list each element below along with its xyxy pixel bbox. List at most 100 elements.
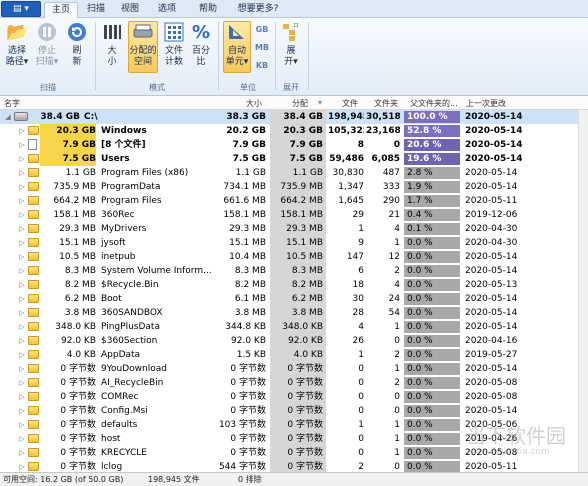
tree-row[interactable]: ▷ 15.1 MB jysoft 15.1 MB 15.1 MB 9 1 0.0 % 2020-…: [0, 236, 578, 250]
tree-row[interactable]: ▷ 0 字节数 9YouDownload 0 字节数 0 字节数 0 1 0.0 % 2020-…: [0, 362, 578, 376]
expand-toggle-icon[interactable]: ▷: [18, 320, 26, 334]
expand-toggle-icon[interactable]: ▷: [18, 250, 26, 264]
tree-row[interactable]: ▷ 1.1 GB Program Files (x86) 1.1 GB 1.1 GB 30…: [0, 166, 578, 180]
row-tree-size: 664.2 MB: [53, 196, 96, 206]
vertical-scrollbar[interactable]: [578, 110, 588, 472]
tree-row[interactable]: ▷ 8.3 MB System Volume Inform... 8.3 MB 8.3 …: [0, 264, 578, 278]
row-tree-size: 0 字节数: [60, 364, 96, 374]
row-files: 1: [358, 350, 364, 360]
folder-icon: [28, 448, 39, 457]
column-header-folders[interactable]: 文件夹: [374, 98, 398, 109]
column-header-parent-pct[interactable]: 父文件夹的...: [410, 98, 458, 109]
tree-row[interactable]: ▷ 0 字节数 lclog 544 字节数 0 字节数 2 0 0.0 % 2020-05-11: [0, 460, 578, 472]
tab-view[interactable]: 视图: [116, 2, 144, 18]
ribbon-separator: [275, 22, 276, 90]
expand-toggle-icon[interactable]: ▷: [18, 460, 26, 472]
tree-row[interactable]: ▷ 8.2 MB $Recycle.Bin 8.2 MB 8.2 MB 18 4 0.0 % 2…: [0, 278, 578, 292]
file-count-button[interactable]: 文件 计数: [162, 22, 186, 68]
expand-toggle-icon[interactable]: ▷: [18, 334, 26, 348]
auto-unit-button[interactable]: 自动 单元▾: [223, 21, 251, 73]
tree-row[interactable]: ▷ 735.9 MB ProgramData 734.1 MB 735.9 MB 1,34…: [0, 180, 578, 194]
tree-row[interactable]: ▷ 0 字节数 AI_RecycleBin 0 字节数 0 字节数 0 2 0.0 % 2020…: [0, 376, 578, 390]
expand-toggle-icon[interactable]: ▷: [18, 348, 26, 362]
expand-toggle-icon[interactable]: ▷: [18, 390, 26, 404]
expand-toggle-icon[interactable]: ▷: [18, 180, 26, 194]
unit-kb-button[interactable]: KB: [254, 60, 270, 71]
expand-toggle-icon[interactable]: ▷: [18, 404, 26, 418]
expand-toggle-icon[interactable]: ▷: [18, 306, 26, 320]
expand-toggle-icon[interactable]: ▷: [18, 278, 26, 292]
tree-row[interactable]: ▷ 664.2 MB Program Files 661.6 MB 664.2 MB 1,…: [0, 194, 578, 208]
expand-toggle-icon[interactable]: ▷: [18, 446, 26, 460]
tab-options[interactable]: 选项: [153, 2, 181, 18]
folder-icon: [28, 196, 39, 205]
stop-scan-button[interactable]: 停止 扫描▾: [34, 22, 60, 68]
percent-button[interactable]: % 百分 比: [190, 22, 212, 68]
row-tree-size: 10.5 MB: [59, 252, 96, 262]
expand-toggle-icon[interactable]: ▷: [18, 138, 26, 152]
row-name: Config.Msi: [101, 406, 148, 416]
expand-toggle-icon[interactable]: ▷: [18, 432, 26, 446]
expand-button[interactable]: 展 开▾: [280, 22, 302, 68]
column-header-allocated[interactable]: 分配: [292, 98, 308, 109]
refresh-button[interactable]: 刷 新: [64, 22, 90, 68]
tree-row[interactable]: ▷ 7.5 GB Users 7.5 GB 7.5 GB 59,486 6,085 19.6 …: [0, 152, 578, 166]
tab-scan[interactable]: 扫描: [82, 2, 110, 18]
tree-row[interactable]: ▷ 158.1 MB 360Rec 158.1 MB 158.1 MB 29 21 0.4 %…: [0, 208, 578, 222]
tree-row[interactable]: ▷ 348.0 KB PingPlusData 344.8 KB 348.0 KB 4 1 0…: [0, 320, 578, 334]
expand-toggle-icon[interactable]: ▷: [18, 152, 26, 166]
expand-toggle-icon[interactable]: ▷: [18, 418, 26, 432]
tree-row[interactable]: ▷ 7.9 GB [8 个文件] 7.9 GB 7.9 GB 8 0 20.6 % 2020-0…: [0, 138, 578, 152]
row-files: 0: [358, 392, 364, 402]
column-header-size[interactable]: 大小: [246, 98, 262, 109]
row-allocated: 15.1 MB: [270, 236, 326, 250]
column-header-name[interactable]: 名字: [4, 98, 20, 109]
row-files: 9: [358, 238, 364, 248]
size-mode-button[interactable]: 大 小: [100, 22, 124, 68]
allocated-space-button[interactable]: 分配的 空间: [128, 21, 158, 73]
expand-toggle-icon[interactable]: ▷: [18, 166, 26, 180]
tree-row[interactable]: ▷ 4.0 KB AppData 1.5 KB 4.0 KB 1 2 0.0 % 2019-05…: [0, 348, 578, 362]
tree-row[interactable]: ▷ 92.0 KB $360Section 92.0 KB 92.0 KB 26 0 0.0 …: [0, 334, 578, 348]
tree-row[interactable]: ▷ 0 字节数 COMRec 0 字节数 0 字节数 0 0 0.0 % 2020-05-08: [0, 390, 578, 404]
row-files: 0: [358, 378, 364, 388]
tree-row[interactable]: ▷ 6.2 MB Boot 6.1 MB 6.2 MB 30 24 0.0 % 2020-05-…: [0, 292, 578, 306]
row-folders: 2: [394, 266, 400, 276]
tab-help[interactable]: 帮助: [194, 2, 222, 18]
tree-row[interactable]: ▷ 0 字节数 Config.Msi 0 字节数 0 字节数 0 0 0.0 % 2020-05…: [0, 404, 578, 418]
row-files: 4: [358, 322, 364, 332]
tree-row[interactable]: ◢38.4 GBC:\38.3 GB38.4 GB198,94530,51810…: [0, 110, 578, 124]
expand-label1: 展: [286, 46, 296, 56]
expand-toggle-icon[interactable]: ▷: [18, 194, 26, 208]
expand-toggle-icon[interactable]: ▷: [18, 376, 26, 390]
tree-row[interactable]: ▷ 29.3 MB MyDrivers 29.3 MB 29.3 MB 1 4 0.1 % 20…: [0, 222, 578, 236]
expand-toggle-icon[interactable]: ▷: [18, 264, 26, 278]
row-allocated: 0 字节数: [270, 362, 326, 376]
expand-toggle-icon[interactable]: ▷: [18, 236, 26, 250]
status-excluded: 0 排除: [238, 475, 262, 484]
unit-gb-button[interactable]: GB: [254, 24, 270, 35]
file-icon: [28, 139, 37, 150]
expand-toggle-icon[interactable]: ▷: [18, 124, 26, 138]
expand-toggle-icon[interactable]: ▷: [18, 292, 26, 306]
expand-toggle-icon[interactable]: ▷: [18, 208, 26, 222]
tab-home[interactable]: 主页: [44, 2, 78, 19]
tree-row[interactable]: ▷ 10.5 MB inetpub 10.4 MB 10.5 MB 147 12 0.0 % 2…: [0, 250, 578, 264]
column-header-last-modified[interactable]: 上一次更改: [466, 98, 506, 109]
column-header-files[interactable]: 文件: [342, 98, 358, 109]
row-folders: 6,085: [371, 154, 400, 164]
expand-toggle-icon[interactable]: ▷: [18, 362, 26, 376]
tab-want-more[interactable]: 想要更多?: [233, 2, 283, 18]
tree-row[interactable]: ▷ 3.8 MB 360SANDBOX 3.8 MB 3.8 MB 28 54 0.0 % 20…: [0, 306, 578, 320]
folder-tree-list[interactable]: ◢38.4 GBC:\38.3 GB38.4 GB198,94530,51810…: [0, 110, 578, 472]
expand-toggle-icon[interactable]: ▷: [18, 222, 26, 236]
tree-row[interactable]: ▷20.3 GBWindows20.2 GB20.3 GB105,32523,1…: [0, 124, 578, 138]
choose-path-button[interactable]: 📂 选择 路径▾: [4, 22, 30, 68]
expand-toggle-icon[interactable]: ◢: [4, 110, 12, 124]
row-files: 1: [358, 420, 364, 430]
row-folders: 54: [388, 308, 400, 318]
app-menu-button[interactable]: ▤ ▾: [1, 1, 41, 17]
unit-mb-button[interactable]: MB: [254, 42, 270, 53]
row-size: 8.3 MB: [234, 266, 266, 276]
row-files: 29: [352, 210, 364, 220]
